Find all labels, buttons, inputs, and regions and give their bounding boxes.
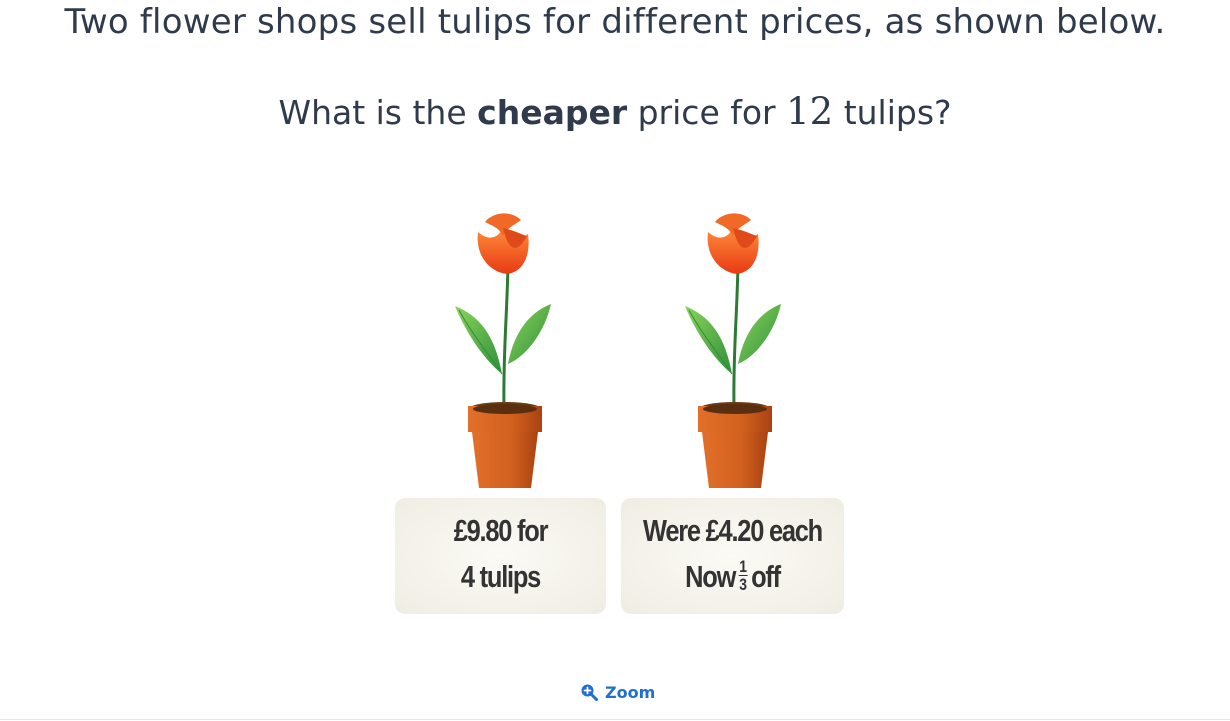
zoom-button[interactable]: Zoom (580, 680, 655, 704)
question-intro: Two flower shops sell tulips for differe… (64, 2, 1166, 42)
fraction-numerator: 1 (738, 557, 748, 577)
shop1-price-line2: 4 tulips (460, 559, 541, 594)
tulip-pot-illustration-shop2 (685, 213, 781, 488)
tulip-shops-figure: £9.80 for 4 tulips Were £4.20 each Now 1 3… (390, 200, 850, 620)
shop2-price-line1: Were £4.20 each (643, 513, 823, 548)
question-prompt: What is the cheaper price for 12 tulips? (0, 90, 1230, 135)
shop2-price-line2: Now 1 3 off (641, 554, 824, 600)
zoom-in-icon (581, 684, 598, 701)
question-emphasis: cheaper (477, 93, 628, 132)
question-number: 12 (786, 90, 834, 133)
fraction-denominator: 3 (739, 575, 747, 595)
question-prompt-middle: price for (627, 93, 787, 132)
question-prompt-end: tulips? (833, 93, 952, 132)
tulip-pot-illustration-shop1 (455, 213, 551, 488)
zoom-label: Zoom (605, 682, 656, 702)
shop1-price-line1: £9.80 for (453, 513, 549, 548)
shop2-now-label: Now (685, 559, 736, 594)
question-prompt-start: What is the (278, 93, 478, 132)
shop2-price-card: Were £4.20 each Now 1 3 off (621, 498, 844, 614)
shop1-price-card: £9.80 for 4 tulips (395, 498, 606, 614)
one-third-fraction: 13 (738, 557, 748, 595)
shop2-off-label: off (751, 559, 781, 594)
bottom-divider (0, 719, 1230, 720)
